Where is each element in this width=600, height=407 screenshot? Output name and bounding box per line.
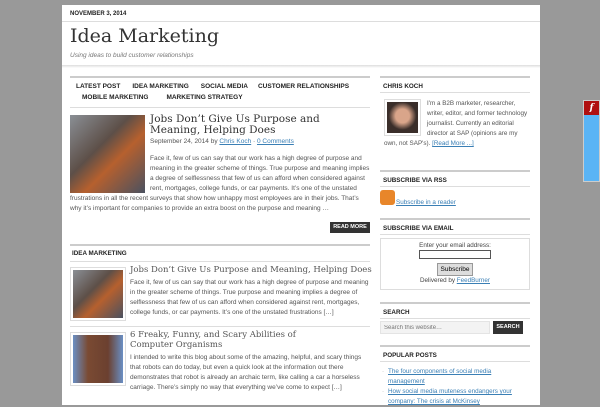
email-label: Enter your email address:: [419, 242, 491, 249]
popular-post-item: · The four components of social media man…: [382, 368, 492, 385]
post-title[interactable]: 6 Freaky, Funny, and Scary Abilities of …: [130, 330, 330, 350]
header-date: NOVEMBER 3, 2014: [70, 11, 127, 17]
widget-title-popular: POPULAR POSTS: [383, 352, 437, 359]
nav-customer-relationships[interactable]: CUSTOMER RELATIONSHIPS: [258, 83, 349, 90]
post-excerpt: I intended to write this blog about some…: [130, 354, 362, 391]
flash-plugin-widget[interactable]: f: [583, 100, 600, 182]
feedburner-link[interactable]: FeedBurner: [457, 277, 490, 284]
popular-post-link[interactable]: The four components of social media mana…: [388, 368, 491, 385]
featured-post-date: September 24, 2014 by: [150, 138, 218, 145]
featured-post-comments[interactable]: 0 Comments: [257, 138, 294, 145]
popular-post-item: · How social media muteness endangers you…: [382, 388, 512, 405]
nav-social-media[interactable]: SOCIAL MEDIA: [201, 82, 248, 93]
nav-idea-marketing[interactable]: IDEA MARKETING: [132, 82, 188, 93]
site-tagline: Using ideas to build customer relationsh…: [70, 52, 194, 59]
post-thumbnail[interactable]: [70, 267, 126, 321]
search-button[interactable]: SEARCH: [493, 321, 523, 334]
popular-post-link[interactable]: How social media muteness endangers your…: [388, 388, 512, 405]
post-excerpt: Face it, few of us can say that our work…: [130, 279, 369, 316]
site-title[interactable]: Idea Marketing: [70, 25, 219, 47]
nav-latest-post[interactable]: LATEST POST: [76, 82, 120, 93]
featured-post-author[interactable]: Chris Koch: [219, 138, 251, 145]
author-read-more-link[interactable]: [Read More ...]: [432, 140, 474, 147]
author-avatar: [384, 99, 421, 136]
email-input[interactable]: [419, 250, 491, 259]
main-nav: LATEST POST IDEA MARKETING SOCIAL MEDIA CUS…: [70, 82, 370, 103]
delivered-by: Delivered by: [419, 277, 455, 284]
widget-title-email: SUBSCRIBE VIA EMAIL: [383, 225, 454, 232]
nav-marketing-strategy[interactable]: MARKETING STRATEGY: [166, 93, 242, 104]
widget-title-rss: SUBSCRIBE VIA RSS: [383, 177, 447, 184]
read-more-button[interactable]: READ MORE: [330, 222, 370, 233]
page-container: NOVEMBER 3, 2014 Idea Marketing Using id…: [62, 5, 540, 405]
widget-title-search: SEARCH: [383, 309, 410, 316]
featured-post-title[interactable]: Jobs Don’t Give Us Purpose and Meaning, …: [150, 114, 370, 135]
post-title[interactable]: Jobs Don’t Give Us Purpose and Meaning, …: [130, 265, 372, 275]
search-input[interactable]: [380, 321, 490, 334]
category-title: IDEA MARKETING: [72, 250, 127, 257]
rss-icon[interactable]: [380, 190, 395, 205]
flash-icon: f: [584, 101, 599, 115]
rss-subscribe-link[interactable]: Subscribe in a reader: [396, 199, 456, 206]
post-thumbnail-robot[interactable]: [70, 332, 126, 386]
featured-excerpt-wrap: Face it, few of us can say that our work…: [70, 154, 372, 214]
nav-mobile-marketing[interactable]: MOBILE MARKETING: [82, 93, 148, 104]
meta-separator: ·: [253, 138, 256, 145]
subscribe-button[interactable]: Subscribe: [436, 263, 474, 276]
widget-title-author: CHRIS KOCH: [383, 83, 423, 90]
email-subscribe-box: Enter your email address: Subscribe Deli…: [380, 238, 530, 290]
